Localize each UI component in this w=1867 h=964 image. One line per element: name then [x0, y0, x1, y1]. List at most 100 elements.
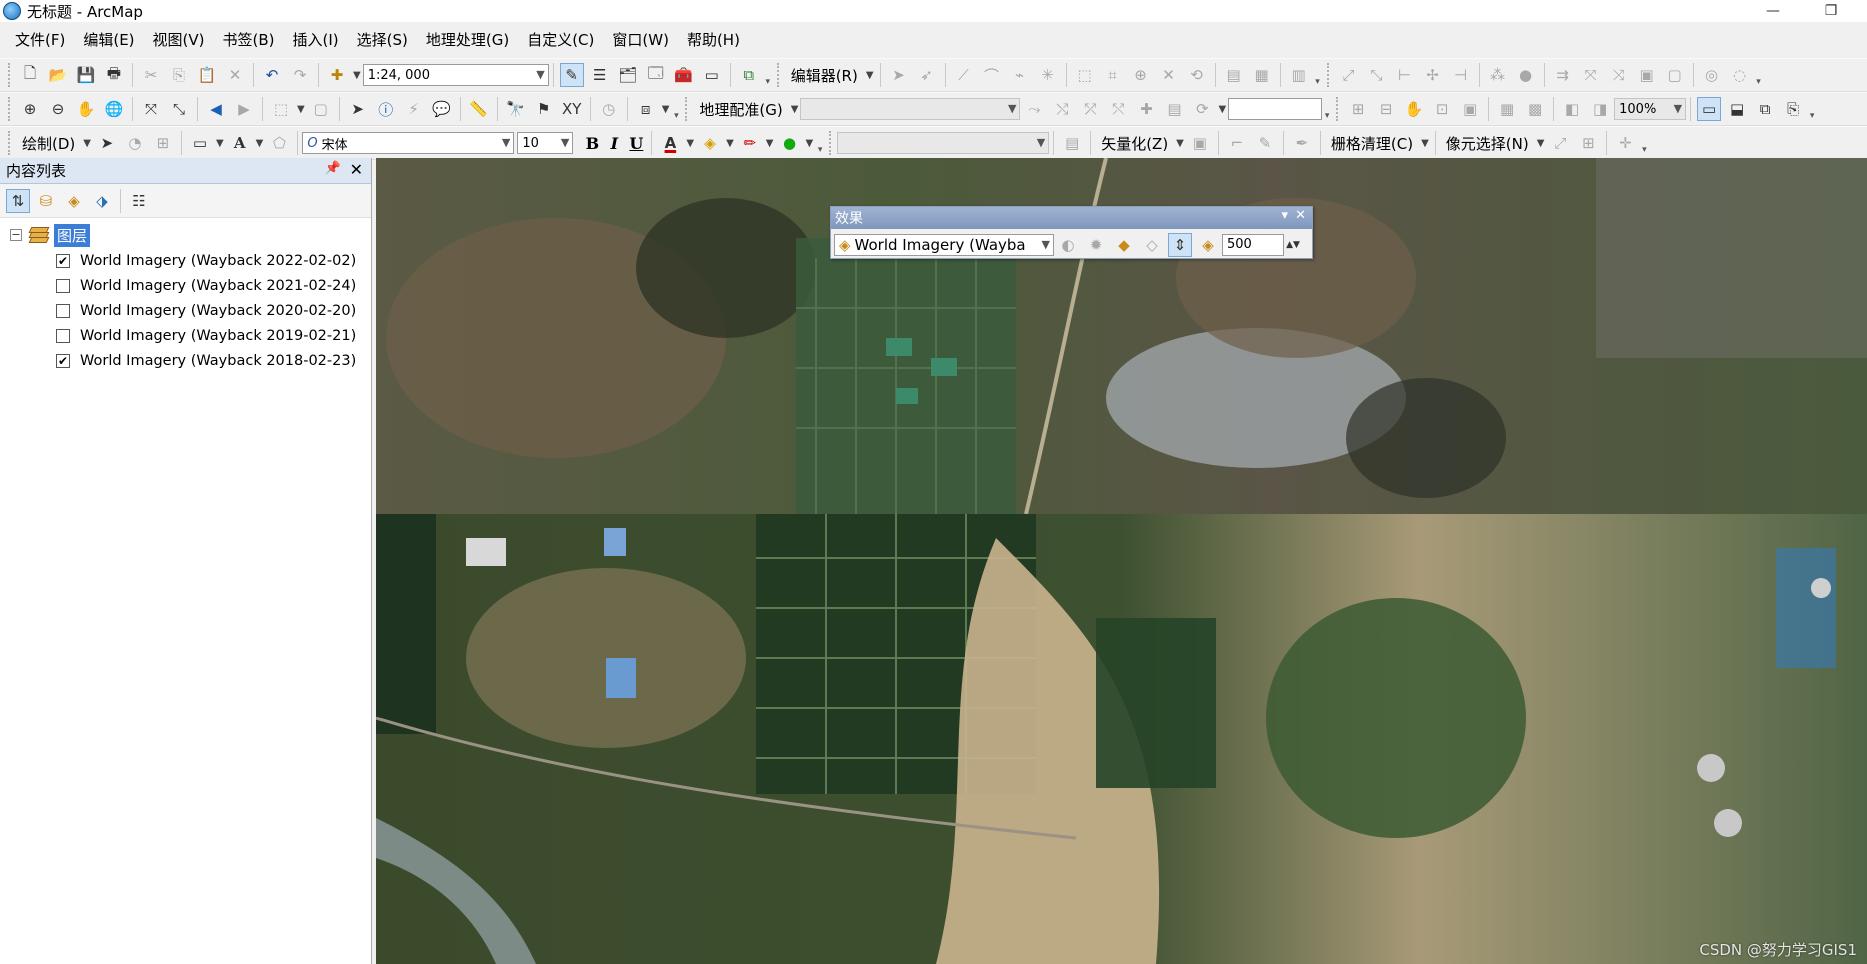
raster-cleanup-menu[interactable]: 栅格清理(C): [1325, 133, 1419, 154]
table-of-contents-icon[interactable]: ☰: [588, 63, 612, 87]
toc-options-icon[interactable]: ☷: [127, 189, 151, 213]
modelbuilder-icon[interactable]: ⧉: [737, 63, 761, 87]
topology-tool-7-icon[interactable]: ●: [1514, 63, 1538, 87]
rotate-element-icon[interactable]: ◔: [123, 131, 147, 155]
layout-tool-6-icon[interactable]: ▦: [1495, 97, 1519, 121]
flicker-rate-spinner[interactable]: ▲▼: [1286, 233, 1300, 257]
layer-visibility-checkbox[interactable]: [56, 328, 70, 343]
layout-zoom-combo[interactable]: 100% ▼: [1614, 98, 1687, 120]
georeferencing-menu[interactable]: 地理配准(G): [693, 99, 788, 120]
arctoolbox-icon[interactable]: 🧰: [672, 63, 696, 87]
search-window-icon[interactable]: 🗔: [644, 63, 668, 87]
rotate-icon[interactable]: ⟲: [1185, 63, 1209, 87]
layer-row[interactable]: World Imagery (Wayback 2021-02-24): [0, 273, 371, 298]
fill-color-icon[interactable]: ◈: [698, 131, 722, 155]
editor-dropdown-icon[interactable]: ▼: [866, 70, 874, 81]
toolbar-options-icon[interactable]: ▾: [1639, 131, 1649, 155]
toolbar-grip[interactable]: [776, 63, 781, 87]
rectangle-icon[interactable]: ▭: [188, 131, 212, 155]
layer-label[interactable]: World Imagery (Wayback 2020-02-20): [80, 303, 356, 319]
georef-rotate-icon[interactable]: ⟳: [1190, 97, 1214, 121]
layout-tool-9-icon[interactable]: ◨: [1588, 97, 1612, 121]
edit-vertices-draw-icon[interactable]: ⬠: [267, 131, 291, 155]
redo-icon[interactable]: ↷: [288, 63, 312, 87]
attributes-icon[interactable]: ▤: [1222, 63, 1246, 87]
paste-icon[interactable]: 📋: [195, 63, 219, 87]
topology-tool-2-icon[interactable]: ⤡: [1365, 63, 1389, 87]
underline-button[interactable]: U: [625, 134, 647, 153]
split-icon[interactable]: ✕: [1157, 63, 1181, 87]
draw-dropdown-icon[interactable]: ▼: [83, 138, 91, 149]
layer-label[interactable]: World Imagery (Wayback 2021-02-24): [80, 278, 356, 294]
vectorization-menu[interactable]: 矢量化(Z): [1095, 133, 1174, 154]
layer-row[interactable]: ✔ World Imagery (Wayback 2022-02-02): [0, 248, 371, 273]
editor-menu[interactable]: 编辑器(R): [785, 65, 864, 86]
add-data-icon[interactable]: ✚: [325, 63, 349, 87]
menu-help[interactable]: 帮助(H): [678, 27, 749, 53]
view-link-table-icon[interactable]: ▤: [1162, 97, 1186, 121]
edit-vertices-icon[interactable]: ⬚: [1073, 63, 1097, 87]
menu-windows[interactable]: 窗口(W): [603, 27, 678, 53]
select-features-dropdown-icon[interactable]: ▼: [297, 104, 305, 115]
zoom-to-selected-elements-icon[interactable]: ⊞: [151, 131, 175, 155]
minimize-button[interactable]: —: [1750, 0, 1796, 22]
layout-tool-2-icon[interactable]: ⊟: [1374, 97, 1398, 121]
toolbar-options-icon[interactable]: ▾: [815, 131, 825, 155]
topology-tool-5-icon[interactable]: ⊣: [1449, 63, 1473, 87]
change-layout-icon[interactable]: ⧉: [1753, 97, 1777, 121]
editor-toolbar-icon[interactable]: ✎: [559, 63, 584, 87]
topology-tool-1-icon[interactable]: ⤢: [1337, 63, 1361, 87]
layout-tool-1-icon[interactable]: ⊞: [1346, 97, 1370, 121]
layer-label[interactable]: World Imagery (Wayback 2018-02-23): [80, 353, 356, 369]
font-size-combo[interactable]: 10 ▼: [517, 132, 574, 154]
toolbar-grip[interactable]: [685, 97, 689, 121]
layer-group-row[interactable]: − 图层: [0, 222, 371, 248]
georeferencing-dropdown-icon[interactable]: ▼: [791, 104, 799, 115]
line-color-dropdown-icon[interactable]: ▼: [766, 138, 774, 149]
map-scale-combo[interactable]: 1:24, 000 ▼: [362, 64, 549, 86]
layout-tool-5-icon[interactable]: ▣: [1458, 97, 1482, 121]
zoom-in-icon[interactable]: ⊕: [18, 97, 42, 121]
menu-geoprocessing[interactable]: 地理处理(G): [417, 27, 518, 53]
vectorize-layer-combo[interactable]: ▼: [837, 132, 1050, 154]
pan-icon[interactable]: ✋: [74, 97, 98, 121]
toolbar-grip[interactable]: [8, 97, 12, 121]
layer-row[interactable]: World Imagery (Wayback 2020-02-20): [0, 298, 371, 323]
layer-visibility-checkbox[interactable]: ✔: [56, 353, 70, 368]
contrast-icon[interactable]: ◐: [1056, 233, 1080, 257]
line-color-icon[interactable]: ✏: [738, 131, 762, 155]
layer-row[interactable]: World Imagery (Wayback 2019-02-21): [0, 323, 371, 348]
fill-color-dropdown-icon[interactable]: ▼: [726, 138, 734, 149]
vectorization-settings-icon[interactable]: ▣: [1188, 131, 1212, 155]
georef-rotate-dropdown-icon[interactable]: ▼: [1218, 104, 1226, 115]
topology-tool-4-icon[interactable]: ✢: [1421, 63, 1445, 87]
print-icon[interactable]: 🖶: [102, 63, 126, 87]
data-driven-pages-icon[interactable]: ⎘: [1781, 97, 1805, 121]
topology-tool-9-icon[interactable]: ⤧: [1579, 63, 1603, 87]
topology-tool-8-icon[interactable]: ⇉: [1551, 63, 1575, 87]
list-by-drawing-order-icon[interactable]: ⇅: [6, 188, 30, 213]
layer-label[interactable]: World Imagery (Wayback 2019-02-21): [80, 328, 356, 344]
go-forward-icon[interactable]: ▶: [232, 97, 256, 121]
collapse-icon[interactable]: −: [10, 229, 22, 241]
pixel-selection-menu[interactable]: 像元选择(N): [1440, 133, 1535, 154]
topology-tool-13-icon[interactable]: ◎: [1700, 63, 1724, 87]
layer-label[interactable]: World Imagery (Wayback 2022-02-02): [80, 253, 356, 269]
font-color-icon[interactable]: A: [658, 131, 682, 155]
draw-menu[interactable]: 绘制(D): [16, 133, 81, 154]
select-elements-arrow-icon[interactable]: ➤: [95, 131, 119, 155]
sketch-properties-icon[interactable]: ▦: [1250, 63, 1274, 87]
topology-tool-3-icon[interactable]: ⊢: [1393, 63, 1417, 87]
menu-edit[interactable]: 编辑(E): [74, 27, 143, 53]
copy-icon[interactable]: ⎘: [167, 63, 191, 87]
toolbar-grip[interactable]: [1326, 63, 1331, 87]
open-folder-icon[interactable]: 📂: [46, 63, 70, 87]
menu-file[interactable]: 文件(F): [6, 27, 74, 53]
trace-icon[interactable]: ⌁: [1008, 63, 1032, 87]
text-dropdown-icon[interactable]: ▼: [256, 138, 264, 149]
generate-features-icon[interactable]: ⌐: [1225, 131, 1249, 155]
toolbar-options-icon[interactable]: ▾: [671, 97, 681, 121]
create-features-icon[interactable]: ▥: [1287, 63, 1311, 87]
georef-tool-1-icon[interactable]: ⤳: [1022, 97, 1046, 121]
toolbar-grip[interactable]: [829, 131, 833, 155]
